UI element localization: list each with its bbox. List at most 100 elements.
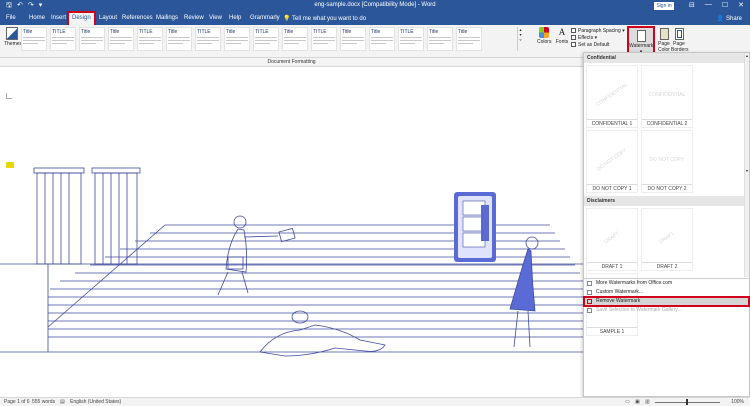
checkmark-icon — [571, 42, 576, 47]
zoom-level[interactable]: 100% — [731, 398, 744, 406]
tab-design[interactable]: Design — [67, 11, 96, 27]
language-status[interactable]: English (United States) — [70, 398, 121, 406]
fonts-label: Fonts — [555, 39, 569, 45]
style-set-item[interactable]: TITLE — [253, 27, 279, 51]
tab-references[interactable]: References — [122, 15, 153, 21]
effects-label: Effects — [578, 35, 594, 41]
custom-watermark-icon — [587, 290, 592, 295]
lightbulb-icon: 💡 — [283, 16, 291, 22]
palette-icon — [539, 27, 549, 38]
save-to-gallery-item[interactable]: Save Selection to Watermark Gallery... — [584, 306, 749, 315]
zoom-slider-thumb[interactable] — [686, 399, 688, 405]
watermark-caption: DO NOT COPY 1 — [587, 184, 637, 192]
tell-me-search[interactable]: 💡 Tell me what you want to do — [283, 15, 366, 22]
tab-insert[interactable]: Insert — [51, 15, 66, 21]
set-as-default-button[interactable]: Set as Default — [571, 42, 625, 49]
watermark-caption: SAMPLE 1 — [587, 327, 637, 335]
stairs-illustration — [0, 167, 583, 357]
title-bar: 🖫 ↶ ↷ ▾ eng-sample.docx [Compatibility M… — [0, 0, 750, 12]
more-watermarks-item[interactable]: More Watermarks from Office.com — [584, 279, 749, 288]
style-set-item[interactable]: Title — [340, 27, 366, 51]
watermark-caption: DO NOT COPY 2 — [642, 184, 692, 192]
style-set-item[interactable]: Title — [456, 27, 482, 51]
tab-help[interactable]: Help — [229, 15, 241, 21]
watermark-caption: DRAFT 1 — [587, 262, 637, 270]
document-page[interactable] — [0, 67, 583, 397]
window-controls: ⊟ — ☐ ✕ — [689, 1, 744, 9]
style-set-item[interactable]: Title — [166, 27, 192, 51]
watermark-option[interactable]: CONFIDENTIAL CONFIDENTIAL 2 — [641, 65, 693, 128]
style-set-item[interactable]: Title — [427, 27, 453, 51]
paragraph-spacing-icon — [571, 28, 576, 33]
remove-watermark-label: Remove Watermark — [596, 298, 641, 304]
custom-watermark-item[interactable]: Custom Watermark... — [584, 288, 749, 297]
watermark-option[interactable]: DRAFT DRAFT 2 — [641, 208, 693, 271]
proofing-icon[interactable]: ▤ — [60, 398, 65, 406]
window-title: eng-sample.docx [Compatibility Mode] - W… — [314, 2, 436, 8]
share-button[interactable]: 👤 Share — [717, 15, 742, 22]
watermark-icon — [636, 30, 646, 42]
style-set-item[interactable]: Title — [369, 27, 395, 51]
tab-grammarly[interactable]: Grammarly — [250, 15, 280, 21]
read-mode-icon[interactable]: ▭ — [625, 398, 630, 406]
colors-button[interactable]: Colors — [537, 27, 551, 45]
style-set-item[interactable]: Title — [282, 27, 308, 51]
sign-in-button[interactable]: Sign in — [654, 2, 674, 10]
page-color-button[interactable]: Page Color — [656, 27, 672, 53]
style-set-item[interactable]: TITLE — [311, 27, 337, 51]
close-button[interactable]: ✕ — [738, 1, 744, 9]
share-icon: 👤 — [716, 16, 725, 22]
watermark-caption: CONFIDENTIAL 1 — [587, 119, 637, 127]
watermark-option[interactable]: CONFIDENTIAL CONFIDENTIAL 1 — [586, 65, 638, 128]
tab-review[interactable]: Review — [184, 15, 204, 21]
watermark-option[interactable]: DO NOT COPY DO NOT COPY 1 — [586, 130, 638, 193]
web-layout-icon[interactable]: ▥ — [645, 398, 650, 406]
ribbon-display-options-icon[interactable]: ⊟ — [689, 1, 695, 9]
word-count[interactable]: 555 words — [32, 398, 55, 406]
watermark-option[interactable]: DRAFT DRAFT 1 — [586, 208, 638, 271]
print-layout-icon[interactable]: ▣ — [635, 398, 640, 406]
tab-file[interactable]: File — [6, 15, 16, 21]
maximize-button[interactable]: ☐ — [722, 1, 728, 9]
watermark-caption: CONFIDENTIAL 2 — [642, 119, 692, 127]
tab-view[interactable]: View — [209, 15, 222, 21]
custom-watermark-label: Custom Watermark... — [596, 289, 644, 295]
page-count[interactable]: Page 1 of 6 — [4, 398, 30, 406]
fonts-icon: A — [558, 27, 566, 37]
page-borders-icon — [674, 28, 684, 40]
effects-button[interactable]: Effects ▾ — [571, 35, 625, 42]
style-set-item[interactable]: Title — [108, 27, 134, 51]
watermark-option[interactable]: DO NOT COPY DO NOT COPY 2 — [641, 130, 693, 193]
style-set-item[interactable]: TITLE — [398, 27, 424, 51]
remove-watermark-icon — [587, 299, 592, 304]
fonts-button[interactable]: A Fonts — [555, 27, 569, 45]
remove-watermark-item[interactable]: Remove Watermark — [583, 296, 750, 307]
disclaimers-group-header: Disclaimers — [584, 196, 749, 206]
gallery-scroll-arrows[interactable]: ▴ ▾ ▿ — [517, 27, 523, 51]
set-as-default-label: Set as Default — [578, 42, 610, 48]
style-set-gallery: Title TITLE Title Title TITLE Title TITL… — [21, 27, 526, 54]
page-borders-button[interactable]: Page Borders — [671, 27, 689, 53]
tab-layout[interactable]: Layout — [99, 15, 117, 21]
save-to-gallery-label: Save Selection to Watermark Gallery... — [596, 307, 682, 313]
paragraph-spacing-button[interactable]: Paragraph Spacing ▾ — [571, 28, 625, 35]
tab-mailings[interactable]: Mailings — [156, 15, 178, 21]
tab-home[interactable]: Home — [29, 15, 45, 21]
style-set-item[interactable]: TITLE — [137, 27, 163, 51]
ribbon-tabs: File Home Insert Design Layout Reference… — [0, 11, 750, 27]
page-color-icon — [659, 28, 669, 40]
style-set-item[interactable]: Title — [79, 27, 105, 51]
watermark-preview: CONFIDENTIAL — [648, 92, 686, 98]
style-set-item[interactable]: Title — [21, 27, 47, 51]
watermark-label: Watermark — [629, 43, 654, 49]
style-set-item[interactable]: TITLE — [50, 27, 76, 51]
watermark-caption: DRAFT 2 — [642, 262, 692, 270]
phone-illustration — [454, 192, 496, 262]
themes-button[interactable]: Themes — [4, 27, 22, 47]
more-watermarks-label: More Watermarks from Office.com — [596, 280, 673, 286]
style-set-item[interactable]: Title — [224, 27, 250, 51]
watermark-commands: More Watermarks from Office.com Custom W… — [583, 278, 750, 315]
style-set-item[interactable]: TITLE — [195, 27, 221, 51]
minimize-button[interactable]: — — [705, 1, 712, 9]
gallery-scrollbar[interactable]: ▴ ▾ — [744, 53, 749, 277]
